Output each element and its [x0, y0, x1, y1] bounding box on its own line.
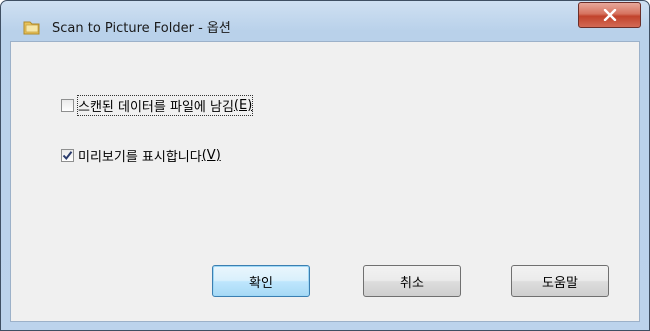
option-show-preview[interactable]: 미리보기를 표시합니다 (V)	[61, 146, 221, 165]
option-keep-scanned-data[interactable]: 스캔된 데이터를 파일에 남김 (E)	[61, 94, 254, 116]
checkmark-icon	[62, 150, 73, 160]
show-preview-checkbox[interactable]	[61, 148, 74, 162]
ok-button[interactable]: 확인	[212, 265, 310, 297]
show-preview-label-text: 미리보기를 표시합니다	[78, 149, 202, 165]
close-icon	[603, 9, 616, 21]
help-button[interactable]: 도움말	[511, 265, 609, 297]
show-preview-label: 미리보기를 표시합니다 (V)	[78, 146, 221, 165]
options-dialog: Scan to Picture Folder - 옵션 스캔된 데이터를 파일에…	[0, 0, 650, 331]
folder-icon	[23, 21, 40, 35]
dialog-body: 스캔된 데이터를 파일에 남김 (E) 미리보기를 표시합니다 (V) 확인 취소 …	[10, 41, 640, 322]
close-button[interactable]	[578, 2, 641, 28]
cancel-button[interactable]: 취소	[363, 265, 461, 297]
keep-data-label: 스캔된 데이터를 파일에 남김 (E)	[76, 94, 254, 116]
keep-data-label-text: 스캔된 데이터를 파일에 남김	[78, 99, 234, 115]
keep-data-checkbox[interactable]	[61, 98, 74, 112]
show-preview-mnemonic: (V)	[201, 147, 221, 163]
keep-data-mnemonic: (E)	[233, 97, 253, 113]
window-title: Scan to Picture Folder - 옵션	[52, 21, 231, 36]
title-bar: Scan to Picture Folder - 옵션	[1, 1, 649, 41]
